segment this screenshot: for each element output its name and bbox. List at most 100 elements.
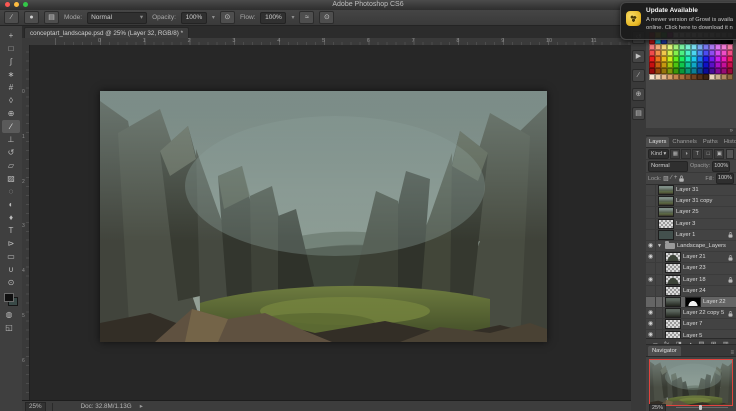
- layer-thumbnail[interactable]: [665, 286, 681, 296]
- visibility-toggle[interactable]: [646, 185, 656, 195]
- flow-value[interactable]: 100%: [260, 12, 286, 24]
- layer-row[interactable]: Layer 25: [646, 207, 736, 218]
- quick-mask-button[interactable]: ◍: [0, 308, 18, 321]
- status-menu-arrow-icon[interactable]: ▸: [140, 403, 143, 410]
- brush-preset-picker[interactable]: ●: [24, 11, 39, 24]
- navigator-zoom-value[interactable]: 25%: [649, 404, 666, 411]
- visibility-toggle[interactable]: ◉: [646, 241, 656, 251]
- layer-name[interactable]: Layer 31: [676, 187, 736, 193]
- layer-name[interactable]: Layer 25: [676, 209, 736, 215]
- layer-row[interactable]: ◉ Layer 21: [646, 252, 736, 263]
- layer-blend-mode-dropdown[interactable]: Normal: [648, 161, 688, 172]
- layer-thumbnail[interactable]: [665, 275, 681, 285]
- layer-row[interactable]: Layer 22: [646, 297, 736, 308]
- navigator-preview[interactable]: [649, 359, 733, 406]
- layer-name[interactable]: Landscape_Layers: [677, 243, 736, 249]
- blend-mode-dropdown[interactable]: Normal▾: [87, 12, 147, 24]
- layer-thumbnail[interactable]: [658, 207, 674, 217]
- canvas-area[interactable]: 0123456: [22, 45, 631, 400]
- lock-position-icon[interactable]: +: [674, 175, 678, 182]
- current-tool-icon[interactable]: ∕: [4, 11, 19, 24]
- move-tool[interactable]: +: [2, 29, 20, 42]
- layer-row[interactable]: Layer 31: [646, 185, 736, 196]
- filter-pixel-layers-icon[interactable]: ▦: [670, 149, 680, 159]
- navigator-zoom-slider[interactable]: [676, 407, 728, 408]
- magic-wand-tool[interactable]: ∗: [2, 68, 20, 81]
- layer-thumbnail[interactable]: [665, 319, 681, 329]
- navigator-tab[interactable]: Navigator: [648, 346, 681, 356]
- document-canvas[interactable]: [100, 91, 547, 342]
- layer-name[interactable]: Layer 24: [683, 288, 736, 294]
- visibility-toggle[interactable]: ◉: [646, 275, 656, 285]
- pressure-opacity-icon[interactable]: ⊙: [220, 11, 235, 24]
- visibility-toggle[interactable]: [646, 297, 656, 307]
- lock-transparency-icon[interactable]: ▨: [663, 175, 669, 182]
- opacity-chevron-icon[interactable]: ▾: [212, 14, 215, 21]
- lock-all-icon[interactable]: [680, 178, 685, 182]
- clone-stamp-tool[interactable]: ⊥: [2, 133, 20, 146]
- panel-tab[interactable]: Paths: [700, 137, 721, 147]
- filter-kind-dropdown[interactable]: Kind ▾: [648, 149, 669, 159]
- rectangular-marquee-tool[interactable]: □: [2, 42, 20, 55]
- vertical-ruler[interactable]: 0123456: [22, 45, 30, 400]
- layer-thumbnail[interactable]: [658, 196, 674, 206]
- layer-row[interactable]: Layer 31 copy: [646, 196, 736, 207]
- visibility-toggle[interactable]: ◉: [646, 308, 656, 318]
- layer-name[interactable]: Layer 22: [703, 299, 736, 305]
- history-brush-tool[interactable]: ↺: [2, 146, 20, 159]
- panel-menu-icon[interactable]: ≡: [730, 350, 736, 356]
- panel-tab[interactable]: Channels: [669, 137, 700, 147]
- visibility-toggle[interactable]: ◉: [646, 330, 656, 338]
- filter-smart-objects-icon[interactable]: ▣: [714, 149, 724, 159]
- layer-row[interactable]: ◉ Layer 22 copy 5: [646, 308, 736, 319]
- layer-thumbnail[interactable]: [658, 185, 674, 195]
- navigator-view-frame[interactable]: [649, 359, 733, 406]
- layer-opacity-value[interactable]: 100%: [712, 161, 730, 172]
- flow-chevron-icon[interactable]: ▾: [291, 14, 294, 21]
- dodge-tool[interactable]: ◐: [2, 198, 20, 211]
- brush-panel-icon[interactable]: ∕: [632, 69, 645, 82]
- eyedropper-tool[interactable]: ◊: [2, 94, 20, 107]
- layer-fill-value[interactable]: 100%: [716, 173, 734, 184]
- filter-shape-layers-icon[interactable]: □: [703, 149, 713, 159]
- layer-row[interactable]: ◉ Layer 5: [646, 330, 736, 338]
- visibility-toggle[interactable]: [646, 263, 656, 273]
- actions-panel-icon[interactable]: ▶: [632, 50, 645, 63]
- growl-notification[interactable]: Update Available A newer version of Grow…: [620, 2, 736, 40]
- visibility-toggle[interactable]: [646, 207, 656, 217]
- layer-name[interactable]: Layer 1: [676, 232, 728, 238]
- opacity-value[interactable]: 100%: [181, 12, 207, 24]
- screen-mode-button[interactable]: ◱: [0, 321, 18, 334]
- filter-toggle-icon[interactable]: [726, 149, 734, 159]
- layer-thumbnail[interactable]: [665, 308, 681, 318]
- visibility-toggle[interactable]: [646, 219, 656, 229]
- blur-tool[interactable]: ◌: [2, 185, 20, 198]
- layer-comps-panel-icon[interactable]: ▤: [632, 107, 645, 120]
- shape-tool[interactable]: ▭: [2, 250, 20, 263]
- path-selection-tool[interactable]: ⊳: [2, 237, 20, 250]
- layer-row[interactable]: Layer 1: [646, 230, 736, 241]
- foreground-color-swatch[interactable]: [4, 293, 14, 302]
- layer-thumbnail[interactable]: [665, 297, 681, 307]
- visibility-toggle[interactable]: ◉: [646, 319, 656, 329]
- layer-mask-thumbnail[interactable]: [685, 297, 701, 307]
- color-swatches[interactable]: [4, 293, 18, 306]
- healing-brush-tool[interactable]: ⊕: [2, 107, 20, 120]
- layer-name[interactable]: Layer 22 copy 5: [683, 310, 728, 316]
- type-tool[interactable]: T: [2, 224, 20, 237]
- lasso-tool[interactable]: ∫: [2, 55, 20, 68]
- pen-tool[interactable]: ♦: [2, 211, 20, 224]
- layer-thumbnail[interactable]: [665, 263, 681, 273]
- layer-row[interactable]: ◉ ▼ Landscape_Layers: [646, 241, 736, 252]
- filter-type-layers-icon[interactable]: T: [692, 149, 702, 159]
- slider-knob[interactable]: [699, 405, 702, 410]
- layer-name[interactable]: Layer 31 copy: [676, 198, 736, 204]
- lock-pixels-icon[interactable]: ∕: [671, 175, 672, 182]
- layer-row[interactable]: Layer 3: [646, 219, 736, 230]
- zoom-level-field[interactable]: 25%: [25, 402, 46, 411]
- visibility-toggle[interactable]: [646, 196, 656, 206]
- layer-name[interactable]: Layer 21: [683, 254, 728, 260]
- crop-tool[interactable]: #: [2, 81, 20, 94]
- layer-row[interactable]: Layer 23: [646, 263, 736, 274]
- layer-thumbnail[interactable]: [658, 219, 674, 229]
